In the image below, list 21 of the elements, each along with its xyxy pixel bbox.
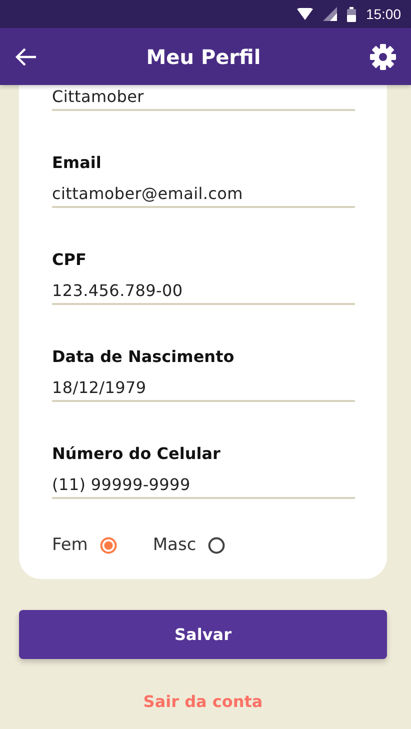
input-field[interactable]: Cittamober [52,85,355,111]
radio-label: Fem [52,535,88,555]
input-field[interactable]: (11) 99999-9999 [52,473,355,499]
battery-icon [346,6,356,22]
screen-title: Meu Perfil [146,44,261,68]
back-icon[interactable] [14,46,38,66]
input-field[interactable]: 123.456.789-00 [52,279,355,305]
field-label: Data de Nascimento [52,347,236,366]
save-button[interactable]: Salvar [19,610,387,659]
field-label: CPF [52,250,88,269]
signal-icon [322,7,337,21]
input-field[interactable]: cittamober@email.com [52,182,355,208]
input-field[interactable]: 18/12/1979 [52,376,355,402]
field-label: Número do Celular [52,444,222,463]
wifi-icon [296,8,313,20]
settings-icon[interactable] [369,42,397,70]
radio-label: Masc [152,535,196,555]
field-label: Email [52,153,102,172]
radio-button[interactable] [208,536,226,554]
status-time: 15:00 [366,6,401,22]
radio-button[interactable] [100,536,117,554]
